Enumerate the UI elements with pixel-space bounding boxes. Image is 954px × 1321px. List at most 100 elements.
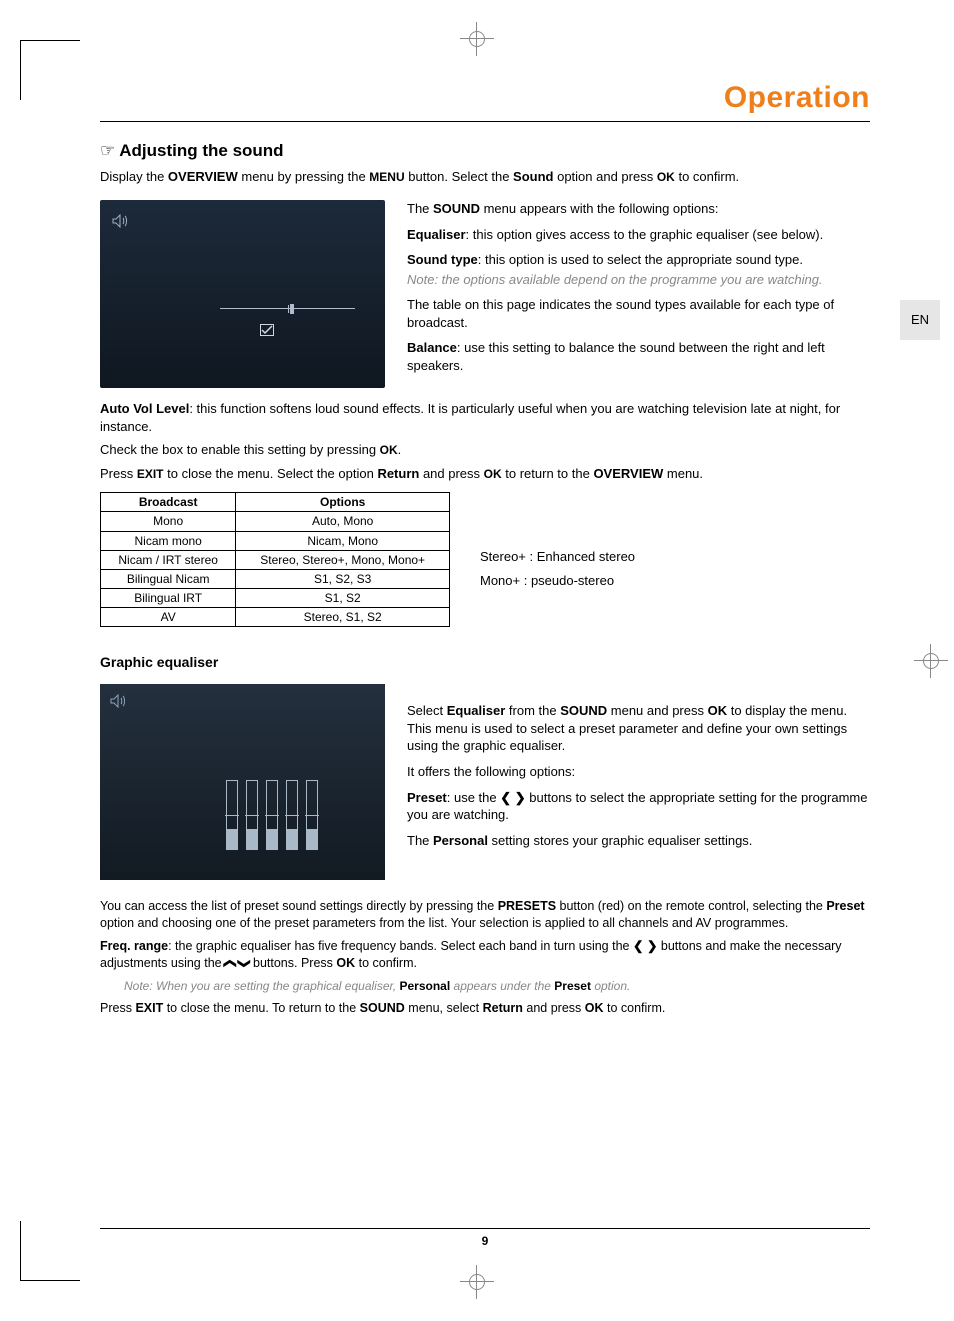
t: from the [505,703,560,718]
section-title-text: Adjusting the sound [119,141,283,160]
table-side-notes: Stereo+ : Enhanced stereo Mono+ : pseudo… [480,492,635,595]
sound-menu-row: The SOUND menu appears with the followin… [100,200,870,388]
t: Press [100,1001,135,1015]
t: appears under the [450,979,554,993]
eq-p2: It offers the following options: [407,763,870,781]
ok-label: OK [336,956,355,970]
footer-rule [100,1228,870,1229]
sound-label: SOUND [360,1001,405,1015]
preset-label: Preset [826,899,864,913]
t: menu. [663,466,703,481]
t: option and choosing one of the preset pa… [100,916,788,930]
cell: AV [101,608,236,627]
manual-page: Operation EN ☞Adjusting the sound Displa… [0,0,954,1321]
preset-label: Preset [554,979,591,993]
t: to confirm. [355,956,417,970]
eq-bar [246,780,258,850]
crop-mark-tl [20,40,80,100]
eq-bar [306,780,318,850]
broadcast-options-table: Broadcast Options MonoAuto, Mono Nicam m… [100,492,450,627]
t: option and press [553,169,656,184]
table-row: Nicam / IRT stereoStereo, Stereo+, Mono,… [101,550,450,569]
section-title: ☞Adjusting the sound [100,140,870,163]
sound-p4: The table on this page indicates the sou… [407,296,870,331]
t: menu, select [405,1001,483,1015]
t: : use this setting to balance the sound … [407,340,825,373]
t: The [407,201,433,216]
t: buttons. Press [250,956,337,970]
table-header-row: Broadcast Options [101,493,450,512]
t: option. [591,979,630,993]
eq-p4: The Personal setting stores your graphic… [407,832,870,850]
intro-paragraph: Display the OVERVIEW menu by pressing th… [100,168,870,186]
right-arrow-icon: ❯ [515,790,526,805]
t: to confirm. [604,1001,666,1015]
t: menu appears with the following options: [480,201,718,216]
footer-p1: You can access the list of preset sound … [100,898,870,932]
table-row: AVStereo, S1, S2 [101,608,450,627]
cell: S1, S2, S3 [236,569,450,588]
eq-bars [226,780,318,850]
page-header-title: Operation [100,78,870,119]
t: : this option is used to select the appr… [478,252,803,267]
t: and press [419,466,483,481]
t: button (red) on the remote control, sele… [556,899,826,913]
graphic-equaliser-heading: Graphic equaliser [100,653,870,672]
sound-type-label: Sound type [407,252,478,267]
exit-label: EXIT [135,1001,163,1015]
sound-p3: Sound type: this option is used to selec… [407,251,870,269]
personal-label: Personal [433,833,488,848]
table-row: MonoAuto, Mono [101,512,450,531]
t: to close the menu. Select the option [164,466,378,481]
t: button. Select the [405,169,513,184]
menu-button-label: MENU [369,170,404,184]
page-footer: 9 [100,1228,870,1249]
footer-p3: Press EXIT to close the menu. To return … [100,1000,870,1017]
footer-note: Note: When you are setting the graphical… [124,978,870,994]
sound-p1: The SOUND menu appears with the followin… [407,200,870,218]
sound-label: SOUND [560,703,607,718]
language-tab: EN [900,300,940,340]
t: : this option gives access to the graphi… [466,227,824,242]
sound-option-label: Sound [513,169,553,184]
t: Check the box to enable this setting by … [100,442,380,457]
overview-label: OVERVIEW [168,169,238,184]
equaliser-description: Select Equaliser from the SOUND menu and… [407,684,870,880]
t: Note: When you are setting the graphical… [124,979,400,993]
exit-label: EXIT [137,467,164,481]
table-row: Bilingual NicamS1, S2, S3 [101,569,450,588]
autovol-p3: Press EXIT to close the menu. Select the… [100,465,870,483]
cell: Bilingual Nicam [101,569,236,588]
t: Press [100,466,137,481]
options-table-wrap: Broadcast Options MonoAuto, Mono Nicam m… [100,492,870,627]
cell: Stereo, S1, S2 [236,608,450,627]
freq-range-label: Freq. range [100,939,168,953]
registration-mark-bottom [466,1271,488,1293]
sound-p2: Equaliser: this option gives access to t… [407,226,870,244]
autovol-p2: Check the box to enable this setting by … [100,441,870,459]
content-area: Operation EN ☞Adjusting the sound Displa… [100,78,870,1023]
eq-bar [286,780,298,850]
ok-label: OK [380,443,398,457]
page-number: 9 [100,1233,870,1249]
speaker-icon [112,214,130,233]
right-arrow-icon: ❯ [647,939,657,953]
t: : this function softens loud sound effec… [100,401,840,434]
table-row: Bilingual IRTS1, S2 [101,589,450,608]
pointer-icon: ☞ [100,140,115,163]
footer-p2: Freq. range: the graphic equaliser has f… [100,938,870,972]
ok-label: OK [484,467,502,481]
sound-type-note: Note: the options available depend on th… [407,271,870,289]
t: Select [407,703,447,718]
t: and press [523,1001,585,1015]
registration-mark-right [920,650,942,672]
equaliser-label: Equaliser [447,703,506,718]
mono-plus-note: Mono+ : pseudo-stereo [480,572,635,590]
t: to confirm. [675,169,739,184]
sound-description: The SOUND menu appears with the followin… [407,200,870,388]
t: . [398,442,402,457]
stereo-plus-note: Stereo+ : Enhanced stereo [480,548,635,566]
return-label: Return [483,1001,523,1015]
cell: S1, S2 [236,589,450,608]
eq-p3: Preset: use the ❮ ❯ buttons to select th… [407,789,870,824]
